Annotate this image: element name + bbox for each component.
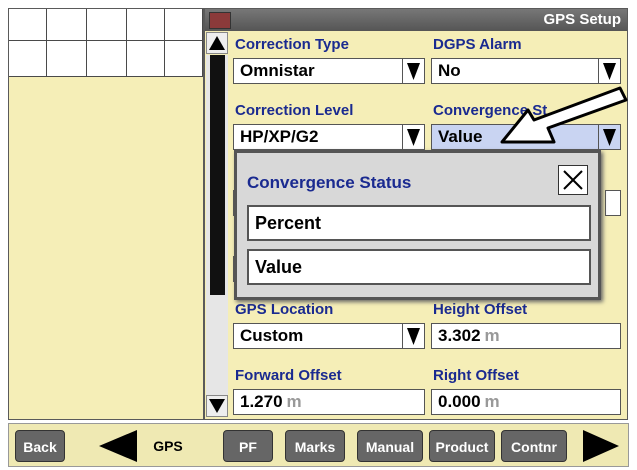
previous-arrow-icon[interactable] xyxy=(95,428,139,464)
left-pane xyxy=(8,8,204,420)
option-value[interactable]: Value xyxy=(247,249,591,285)
scroll-down-button[interactable] xyxy=(206,395,228,417)
forward-offset-unit: m xyxy=(286,392,302,411)
correction-level-value: HP/XP/G2 xyxy=(240,127,319,146)
gps-location-dropdown[interactable]: Custom xyxy=(233,323,425,349)
page-title: GPS Setup xyxy=(543,11,621,28)
triangle-down-icon xyxy=(209,399,225,413)
scroll-track[interactable] xyxy=(206,55,228,395)
correction-type-label: Correction Type xyxy=(235,36,349,53)
height-offset-unit: m xyxy=(484,326,500,345)
close-icon xyxy=(563,170,583,190)
right-offset-value: 0.000 xyxy=(438,392,481,411)
grid-cell[interactable] xyxy=(165,9,203,41)
gps-location-label: GPS Location xyxy=(235,301,334,318)
forward-offset-label: Forward Offset xyxy=(235,367,342,384)
right-offset-label: Right Offset xyxy=(433,367,519,384)
grid-cell[interactable] xyxy=(127,41,165,77)
right-offset-unit: m xyxy=(484,392,500,411)
title-bar: GPS Setup xyxy=(205,9,627,31)
grid-cell[interactable] xyxy=(87,9,127,41)
height-offset-label: Height Offset xyxy=(433,301,528,318)
correction-level-label: Correction Level xyxy=(235,102,354,119)
scroll-up-button[interactable] xyxy=(206,32,228,54)
gps-tab[interactable]: GPS xyxy=(143,430,193,462)
manual-button[interactable]: Manual xyxy=(357,430,423,462)
height-offset-input[interactable]: 3.302 m xyxy=(431,323,621,349)
right-offset-input[interactable]: 0.000 m xyxy=(431,389,621,415)
scroll-thumb[interactable] xyxy=(210,55,225,295)
grid-cell[interactable] xyxy=(47,41,87,77)
bottom-nav-bar: Back GPS PF Marks Manual Product Contnr xyxy=(8,423,629,467)
dropdown-arrow-icon[interactable] xyxy=(402,324,424,348)
contnr-button[interactable]: Contnr xyxy=(501,430,567,462)
popup-title: Convergence Status xyxy=(247,173,412,192)
grid-cell[interactable] xyxy=(9,9,47,41)
dropdown-arrow-icon[interactable] xyxy=(402,125,424,149)
convergence-status-popup: Convergence Status Percent Value xyxy=(234,150,601,300)
forward-offset-value: 1.270 xyxy=(240,392,283,411)
grid-cell[interactable] xyxy=(47,9,87,41)
option-percent[interactable]: Percent xyxy=(247,205,591,241)
grid-cell[interactable] xyxy=(127,9,165,41)
gps-location-value: Custom xyxy=(240,326,304,345)
close-button[interactable] xyxy=(558,165,588,195)
forward-offset-input[interactable]: 1.270 m xyxy=(233,389,425,415)
hidden-field[interactable] xyxy=(605,190,621,216)
grid-cell[interactable] xyxy=(165,41,203,77)
triangle-up-icon xyxy=(209,36,225,50)
scrollbar[interactable] xyxy=(205,31,229,419)
dgps-alarm-label: DGPS Alarm xyxy=(433,36,522,53)
back-button[interactable]: Back xyxy=(15,430,65,462)
window-icon xyxy=(209,12,231,29)
product-button[interactable]: Product xyxy=(429,430,495,462)
marks-button[interactable]: Marks xyxy=(285,430,345,462)
correction-type-dropdown[interactable]: Omnistar xyxy=(233,58,425,84)
correction-level-dropdown[interactable]: HP/XP/G2 xyxy=(233,124,425,150)
dropdown-arrow-icon[interactable] xyxy=(402,59,424,83)
correction-type-value: Omnistar xyxy=(240,61,315,80)
grid-cell[interactable] xyxy=(87,41,127,77)
pointer-arrow-icon xyxy=(500,86,628,144)
grid-cell[interactable] xyxy=(9,41,47,77)
next-arrow-icon[interactable] xyxy=(581,428,621,464)
height-offset-value: 3.302 xyxy=(438,326,481,345)
pf-button[interactable]: PF xyxy=(223,430,273,462)
convergence-status-value: Value xyxy=(438,127,483,146)
dgps-alarm-value: No xyxy=(438,61,461,80)
